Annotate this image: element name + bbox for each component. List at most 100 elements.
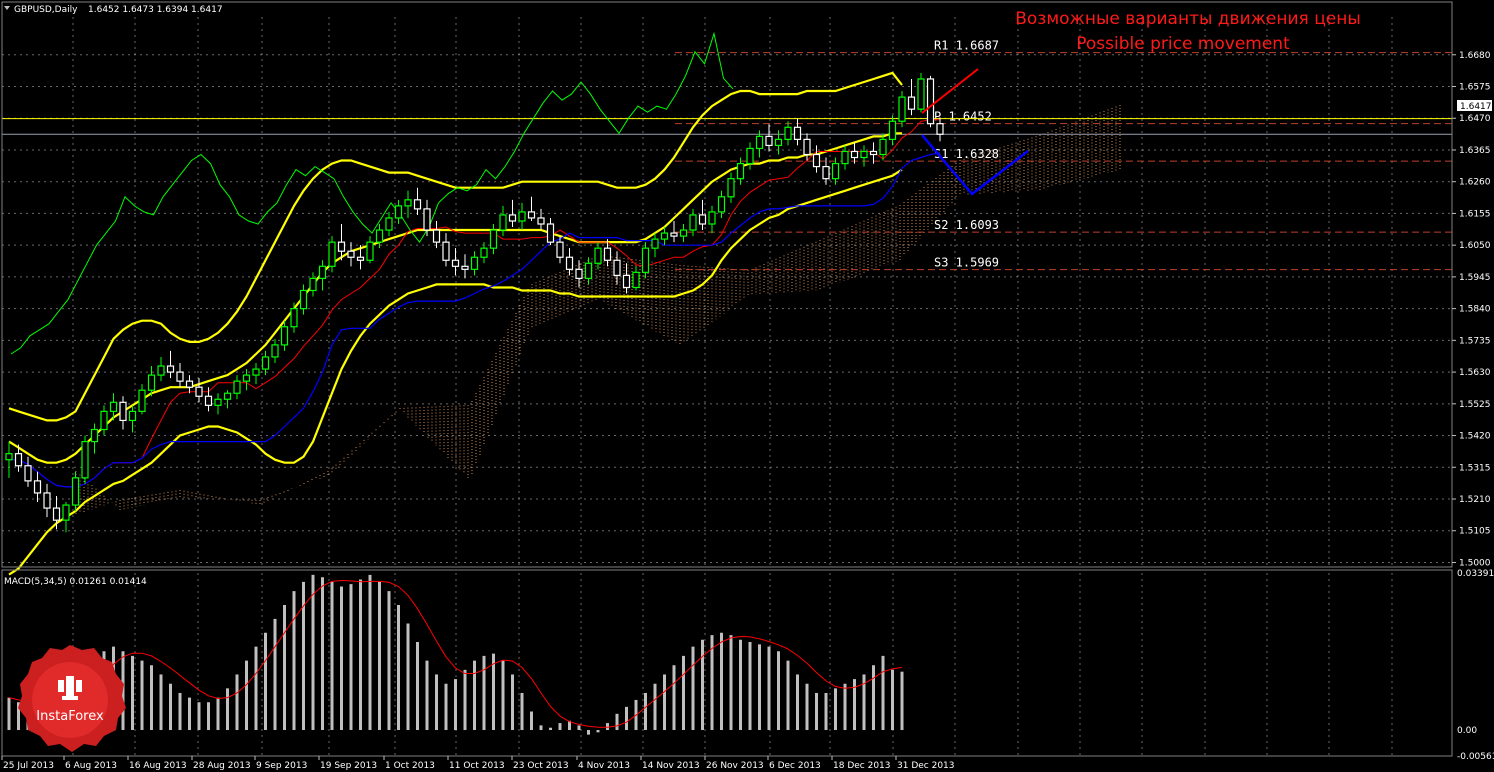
pivot-level-label: S3 1.5969 — [934, 256, 999, 270]
candle-body — [774, 138, 783, 147]
price-tick-label: 1.5000 — [1459, 558, 1491, 568]
candle-body — [565, 256, 574, 270]
candle-body — [803, 138, 811, 156]
time-tick-label: 19 Sep 2013 — [320, 761, 377, 771]
time-tick-label: 4 Nov 2013 — [578, 761, 630, 771]
candle-body — [850, 150, 859, 159]
price-tick-label: 1.5630 — [1459, 368, 1491, 378]
candle-body — [499, 214, 507, 231]
candle-body — [527, 211, 536, 219]
candle-body — [413, 199, 422, 210]
pivot-level-label: P 1.6452 — [934, 110, 992, 124]
candle-body — [470, 256, 479, 270]
candle-body — [594, 247, 602, 264]
candle-body — [385, 217, 393, 231]
candle-body — [195, 386, 203, 397]
price-tick-label: 1.6365 — [1459, 146, 1491, 156]
candle-body — [784, 126, 792, 140]
candle-body — [423, 208, 431, 231]
candle-body — [660, 232, 669, 240]
candle-body — [347, 250, 355, 258]
candle-body — [318, 265, 327, 280]
macd-label: MACD(5,34,5) 0.01261 0.01414 — [4, 577, 147, 587]
candle-body — [242, 374, 251, 382]
candle-body — [280, 326, 289, 346]
candle-body — [812, 153, 821, 168]
price-tick-label: 1.6680 — [1459, 51, 1491, 61]
candle-body — [100, 410, 108, 431]
candle-body — [33, 480, 42, 494]
candle-body — [81, 440, 89, 479]
candle-body — [755, 135, 764, 150]
candle-body — [451, 259, 460, 267]
candle-body — [290, 308, 298, 328]
candle-body — [166, 365, 175, 373]
candle-body — [128, 410, 137, 422]
candle-body — [442, 241, 450, 261]
current-price-label: 1.6417 — [1460, 102, 1492, 112]
candle-body — [898, 96, 906, 122]
price-tick-label: 1.5525 — [1459, 400, 1491, 410]
candle-body — [489, 229, 498, 249]
candle-body — [480, 247, 488, 258]
candle-body — [176, 371, 184, 382]
candle-body — [252, 368, 260, 376]
candle-body — [698, 214, 707, 225]
candle-body — [679, 229, 688, 237]
macd-tick-label: 0.00 — [1457, 726, 1477, 736]
symbol-label: GBPUSD,Daily — [14, 5, 78, 15]
candle-body — [765, 135, 773, 147]
candle-body — [727, 178, 735, 198]
candle-body — [860, 150, 868, 159]
price-tick-label: 1.5105 — [1459, 527, 1491, 537]
candle-body — [917, 78, 925, 110]
candle-body — [5, 453, 13, 461]
annotation-title-en: Possible price movement — [1076, 34, 1290, 54]
price-tick-label: 1.6260 — [1459, 178, 1491, 188]
candle-body — [641, 247, 650, 273]
price-tick-label: 1.5945 — [1459, 273, 1491, 283]
time-tick-label: 6 Aug 2013 — [65, 761, 117, 771]
price-tick-label: 1.5210 — [1459, 495, 1491, 505]
time-tick-label: 6 Dec 2013 — [769, 761, 821, 771]
time-tick-label: 25 Jul 2013 — [3, 761, 54, 771]
candle-body — [309, 277, 317, 292]
candle-body — [556, 241, 564, 258]
candle-body — [404, 199, 412, 207]
price-tick-label: 1.6575 — [1459, 83, 1491, 93]
candle-body — [793, 126, 802, 140]
candle-body — [43, 492, 51, 509]
price-tick-label: 1.6050 — [1459, 241, 1491, 251]
time-tick-label: 1 Oct 2013 — [385, 761, 435, 771]
candle-body — [717, 196, 726, 213]
candle-body — [138, 389, 146, 412]
time-tick-label: 11 Oct 2013 — [449, 761, 505, 771]
price-tick-label: 1.6155 — [1459, 209, 1491, 219]
price-chart[interactable]: R1 1.6687P 1.6452S1 1.6328S2 1.6093S3 1.… — [0, 0, 1494, 772]
candle-body — [71, 477, 80, 506]
candle-body — [366, 241, 374, 261]
price-tick-label: 1.5735 — [1459, 336, 1491, 346]
time-tick-label: 16 Aug 2013 — [129, 761, 187, 771]
time-tick-label: 23 Oct 2013 — [513, 761, 569, 771]
price-tick-label: 1.6470 — [1459, 114, 1491, 124]
candle-body — [24, 465, 32, 482]
annotation-title-ru: Возможные варианты движения цены — [1015, 9, 1361, 29]
candle-body — [869, 150, 878, 156]
candle-body — [375, 229, 384, 243]
candle-body — [233, 380, 241, 394]
candle-body — [584, 262, 593, 280]
candle-body — [926, 78, 935, 125]
candle-body — [936, 123, 944, 135]
candle-body — [261, 356, 270, 370]
candle-body — [461, 265, 469, 270]
price-tick-label: 1.5420 — [1459, 432, 1491, 442]
candle-body — [214, 398, 222, 406]
ohlc-label: 1.6452 1.6473 1.6394 1.6417 — [88, 5, 223, 15]
candle-body — [622, 274, 631, 289]
candle-body — [147, 374, 156, 391]
candle-body — [879, 138, 887, 156]
candle-body — [537, 217, 545, 225]
candle-body — [14, 453, 23, 467]
time-tick-label: 26 Nov 2013 — [706, 761, 764, 771]
